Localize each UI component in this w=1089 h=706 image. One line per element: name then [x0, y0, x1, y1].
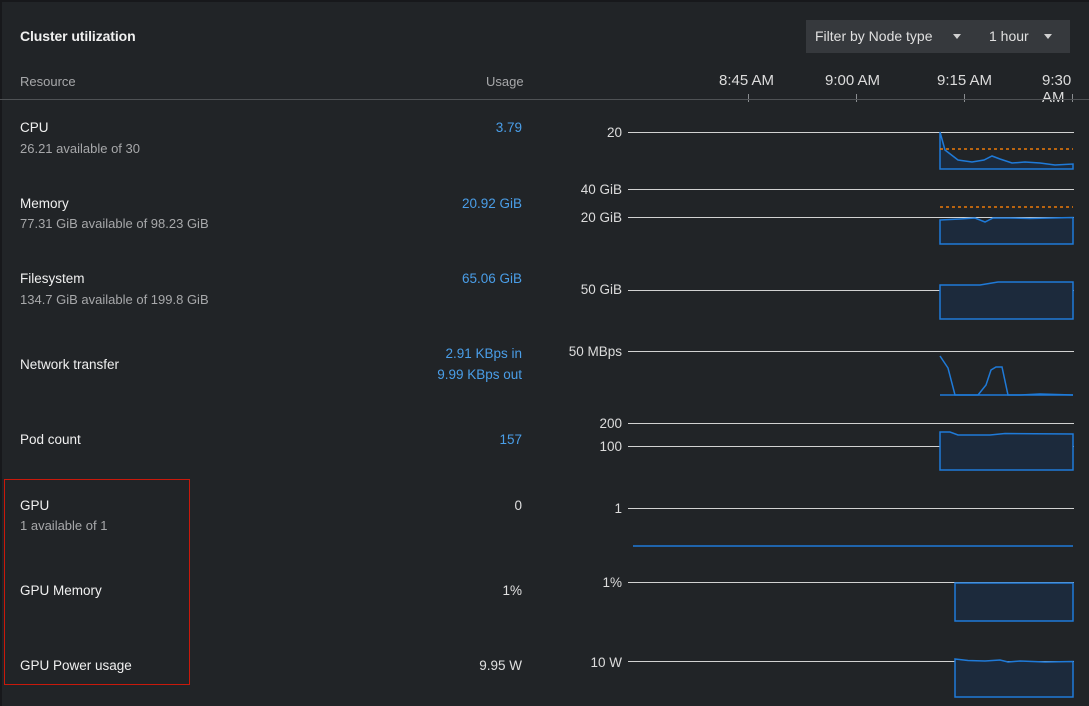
- network-line: [939, 355, 1074, 396]
- utilization-sparklines: [628, 131, 1074, 698]
- cpu-area: [939, 131, 1074, 170]
- memory-area: [939, 216, 1074, 245]
- pod-count-area: [939, 431, 1074, 471]
- gpu-memory-area: [954, 582, 1074, 622]
- gpu-power-area: [954, 658, 1074, 698]
- filesystem-area: [939, 281, 1074, 320]
